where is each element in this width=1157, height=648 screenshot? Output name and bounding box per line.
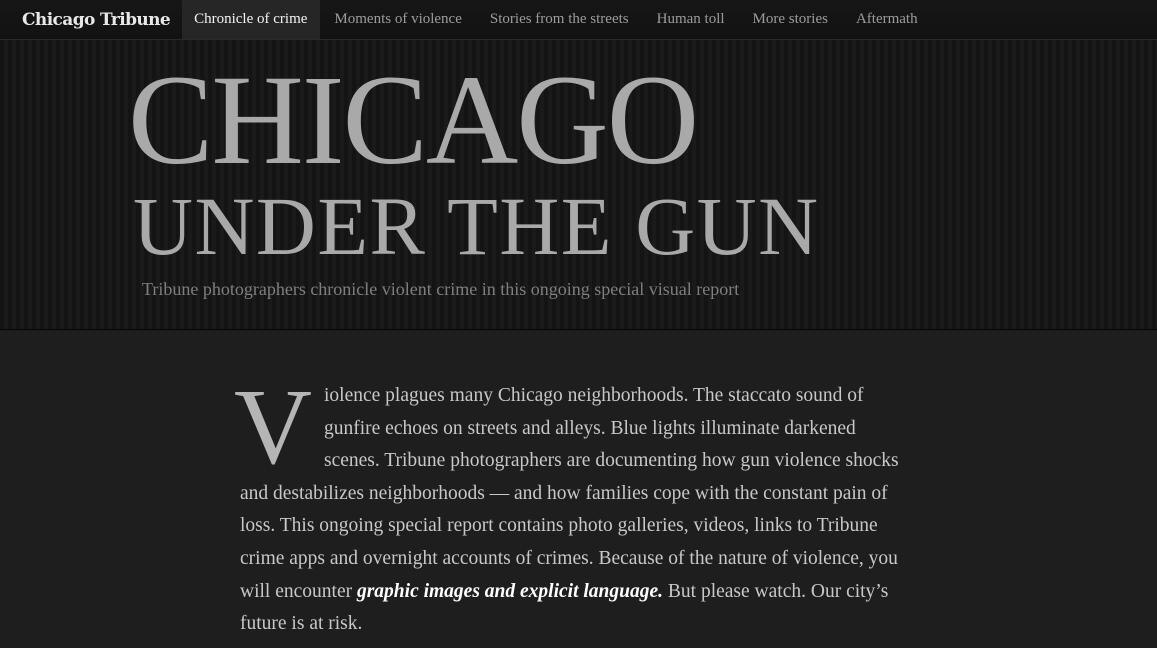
nav-item-aftermath[interactable]: Aftermath — [842, 0, 932, 39]
headline-line-2: UNDER THE GUN — [133, 180, 820, 272]
drop-cap: V — [234, 368, 312, 487]
nav-item-more-stories[interactable]: More stories — [739, 0, 842, 39]
headline-subtitle: Tribune photographers chronicle violent … — [142, 279, 740, 299]
nav-item-human-toll[interactable]: Human toll — [643, 0, 739, 39]
chicago-tribune-logo[interactable]: Chicago Tribune — [0, 0, 182, 39]
intro-paragraph: Violence plagues many Chicago neighborho… — [234, 374, 908, 641]
headline-line-1: CHICAGO — [128, 49, 699, 191]
article-body: Violence plagues many Chicago neighborho… — [0, 330, 1157, 648]
page: Chicago Tribune Chronicle of crime Momen… — [0, 0, 1157, 648]
top-navigation: Chicago Tribune Chronicle of crime Momen… — [0, 0, 1157, 40]
hero-header: CHICAGO UNDER THE GUN Tribune photograph… — [0, 40, 1157, 330]
content-warning-emphasis: graphic images and explicit language. — [356, 580, 664, 602]
nav-item-chronicle-of-crime[interactable]: Chronicle of crime — [182, 0, 321, 39]
nav-item-stories-from-the-streets[interactable]: Stories from the streets — [476, 0, 643, 39]
intro-text: iolence plagues many Chicago neighborhoo… — [240, 385, 899, 602]
nav-item-moments-of-violence[interactable]: Moments of violence — [320, 0, 475, 39]
